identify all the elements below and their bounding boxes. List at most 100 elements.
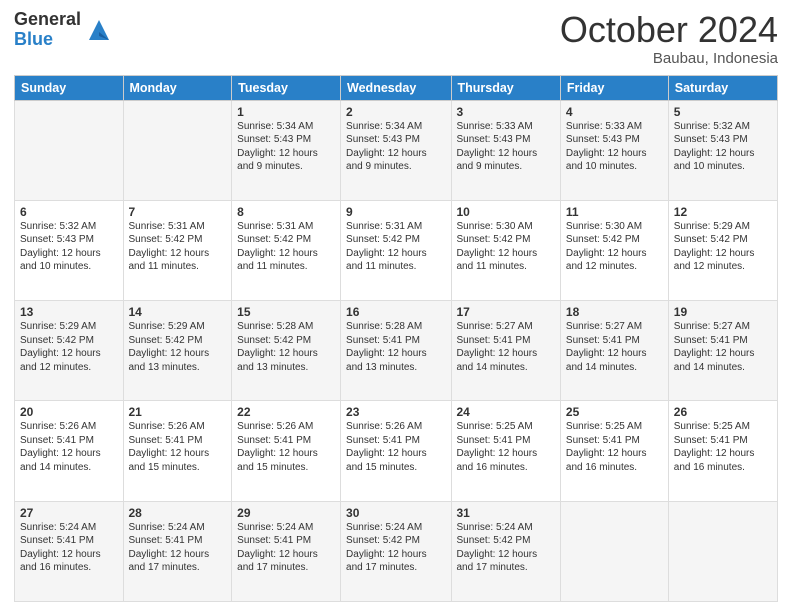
logo: General Blue: [14, 10, 113, 50]
day-detail: Sunrise: 5:26 AM Sunset: 5:41 PM Dayligh…: [129, 420, 227, 474]
day-number: 2: [346, 105, 445, 119]
day-number: 3: [457, 105, 555, 119]
calendar-week-row: 27Sunrise: 5:24 AM Sunset: 5:41 PM Dayli…: [15, 501, 778, 601]
logo-general-text: General: [14, 10, 81, 30]
day-number: 27: [20, 506, 118, 520]
day-detail: Sunrise: 5:30 AM Sunset: 5:42 PM Dayligh…: [457, 220, 555, 274]
day-detail: Sunrise: 5:26 AM Sunset: 5:41 PM Dayligh…: [20, 420, 118, 474]
calendar-day-cell: 24Sunrise: 5:25 AM Sunset: 5:41 PM Dayli…: [451, 401, 560, 501]
calendar-day-cell: 4Sunrise: 5:33 AM Sunset: 5:43 PM Daylig…: [560, 100, 668, 200]
calendar-header-cell: Saturday: [668, 75, 777, 100]
day-number: 26: [674, 405, 772, 419]
calendar-day-cell: 23Sunrise: 5:26 AM Sunset: 5:41 PM Dayli…: [341, 401, 451, 501]
calendar-day-cell: 28Sunrise: 5:24 AM Sunset: 5:41 PM Dayli…: [123, 501, 232, 601]
calendar-day-cell: 2Sunrise: 5:34 AM Sunset: 5:43 PM Daylig…: [341, 100, 451, 200]
day-detail: Sunrise: 5:24 AM Sunset: 5:41 PM Dayligh…: [237, 521, 335, 575]
day-detail: Sunrise: 5:29 AM Sunset: 5:42 PM Dayligh…: [129, 320, 227, 374]
calendar-header-cell: Thursday: [451, 75, 560, 100]
day-number: 5: [674, 105, 772, 119]
calendar-day-cell: 20Sunrise: 5:26 AM Sunset: 5:41 PM Dayli…: [15, 401, 124, 501]
calendar-week-row: 20Sunrise: 5:26 AM Sunset: 5:41 PM Dayli…: [15, 401, 778, 501]
day-detail: Sunrise: 5:25 AM Sunset: 5:41 PM Dayligh…: [566, 420, 663, 474]
calendar-header-row: SundayMondayTuesdayWednesdayThursdayFrid…: [15, 75, 778, 100]
calendar-header-cell: Monday: [123, 75, 232, 100]
day-number: 17: [457, 305, 555, 319]
day-number: 8: [237, 205, 335, 219]
day-detail: Sunrise: 5:27 AM Sunset: 5:41 PM Dayligh…: [566, 320, 663, 374]
day-detail: Sunrise: 5:25 AM Sunset: 5:41 PM Dayligh…: [457, 420, 555, 474]
day-number: 11: [566, 205, 663, 219]
day-detail: Sunrise: 5:31 AM Sunset: 5:42 PM Dayligh…: [346, 220, 445, 274]
day-number: 13: [20, 305, 118, 319]
day-detail: Sunrise: 5:26 AM Sunset: 5:41 PM Dayligh…: [346, 420, 445, 474]
day-detail: Sunrise: 5:29 AM Sunset: 5:42 PM Dayligh…: [20, 320, 118, 374]
day-number: 14: [129, 305, 227, 319]
calendar-week-row: 6Sunrise: 5:32 AM Sunset: 5:43 PM Daylig…: [15, 200, 778, 300]
day-detail: Sunrise: 5:33 AM Sunset: 5:43 PM Dayligh…: [457, 120, 555, 174]
calendar-week-row: 13Sunrise: 5:29 AM Sunset: 5:42 PM Dayli…: [15, 301, 778, 401]
calendar-week-row: 1Sunrise: 5:34 AM Sunset: 5:43 PM Daylig…: [15, 100, 778, 200]
day-detail: Sunrise: 5:24 AM Sunset: 5:42 PM Dayligh…: [457, 521, 555, 575]
calendar-day-cell: 26Sunrise: 5:25 AM Sunset: 5:41 PM Dayli…: [668, 401, 777, 501]
day-number: 4: [566, 105, 663, 119]
day-detail: Sunrise: 5:24 AM Sunset: 5:41 PM Dayligh…: [20, 521, 118, 575]
calendar-day-cell: [15, 100, 124, 200]
day-detail: Sunrise: 5:29 AM Sunset: 5:42 PM Dayligh…: [674, 220, 772, 274]
day-number: 21: [129, 405, 227, 419]
calendar-table: SundayMondayTuesdayWednesdayThursdayFrid…: [14, 75, 778, 602]
calendar-day-cell: 16Sunrise: 5:28 AM Sunset: 5:41 PM Dayli…: [341, 301, 451, 401]
day-number: 10: [457, 205, 555, 219]
calendar-day-cell: 15Sunrise: 5:28 AM Sunset: 5:42 PM Dayli…: [232, 301, 341, 401]
calendar-header-cell: Friday: [560, 75, 668, 100]
day-number: 23: [346, 405, 445, 419]
calendar-day-cell: [123, 100, 232, 200]
day-number: 22: [237, 405, 335, 419]
day-number: 20: [20, 405, 118, 419]
calendar-day-cell: 17Sunrise: 5:27 AM Sunset: 5:41 PM Dayli…: [451, 301, 560, 401]
day-detail: Sunrise: 5:31 AM Sunset: 5:42 PM Dayligh…: [237, 220, 335, 274]
day-detail: Sunrise: 5:27 AM Sunset: 5:41 PM Dayligh…: [674, 320, 772, 374]
calendar-header-cell: Sunday: [15, 75, 124, 100]
location: Baubau, Indonesia: [560, 50, 778, 67]
calendar-day-cell: [560, 501, 668, 601]
calendar-day-cell: 8Sunrise: 5:31 AM Sunset: 5:42 PM Daylig…: [232, 200, 341, 300]
day-number: 16: [346, 305, 445, 319]
day-number: 6: [20, 205, 118, 219]
day-number: 19: [674, 305, 772, 319]
calendar-day-cell: 31Sunrise: 5:24 AM Sunset: 5:42 PM Dayli…: [451, 501, 560, 601]
calendar-day-cell: 12Sunrise: 5:29 AM Sunset: 5:42 PM Dayli…: [668, 200, 777, 300]
day-detail: Sunrise: 5:30 AM Sunset: 5:42 PM Dayligh…: [566, 220, 663, 274]
day-detail: Sunrise: 5:28 AM Sunset: 5:41 PM Dayligh…: [346, 320, 445, 374]
day-detail: Sunrise: 5:33 AM Sunset: 5:43 PM Dayligh…: [566, 120, 663, 174]
day-detail: Sunrise: 5:32 AM Sunset: 5:43 PM Dayligh…: [674, 120, 772, 174]
calendar-day-cell: 11Sunrise: 5:30 AM Sunset: 5:42 PM Dayli…: [560, 200, 668, 300]
calendar-day-cell: 7Sunrise: 5:31 AM Sunset: 5:42 PM Daylig…: [123, 200, 232, 300]
calendar-day-cell: [668, 501, 777, 601]
day-number: 7: [129, 205, 227, 219]
day-number: 1: [237, 105, 335, 119]
month-title: October 2024: [560, 10, 778, 50]
calendar-day-cell: 3Sunrise: 5:33 AM Sunset: 5:43 PM Daylig…: [451, 100, 560, 200]
calendar-day-cell: 5Sunrise: 5:32 AM Sunset: 5:43 PM Daylig…: [668, 100, 777, 200]
header-right: October 2024 Baubau, Indonesia: [560, 10, 778, 67]
logo-blue-text: Blue: [14, 30, 81, 50]
day-number: 30: [346, 506, 445, 520]
day-number: 24: [457, 405, 555, 419]
calendar-day-cell: 19Sunrise: 5:27 AM Sunset: 5:41 PM Dayli…: [668, 301, 777, 401]
calendar-day-cell: 22Sunrise: 5:26 AM Sunset: 5:41 PM Dayli…: [232, 401, 341, 501]
calendar-day-cell: 9Sunrise: 5:31 AM Sunset: 5:42 PM Daylig…: [341, 200, 451, 300]
day-number: 29: [237, 506, 335, 520]
calendar-day-cell: 25Sunrise: 5:25 AM Sunset: 5:41 PM Dayli…: [560, 401, 668, 501]
day-detail: Sunrise: 5:26 AM Sunset: 5:41 PM Dayligh…: [237, 420, 335, 474]
day-number: 25: [566, 405, 663, 419]
calendar-day-cell: 6Sunrise: 5:32 AM Sunset: 5:43 PM Daylig…: [15, 200, 124, 300]
day-number: 18: [566, 305, 663, 319]
day-number: 28: [129, 506, 227, 520]
header: General Blue October 2024 Baubau, Indone…: [14, 10, 778, 67]
calendar-day-cell: 13Sunrise: 5:29 AM Sunset: 5:42 PM Dayli…: [15, 301, 124, 401]
calendar-day-cell: 14Sunrise: 5:29 AM Sunset: 5:42 PM Dayli…: [123, 301, 232, 401]
day-detail: Sunrise: 5:25 AM Sunset: 5:41 PM Dayligh…: [674, 420, 772, 474]
day-number: 15: [237, 305, 335, 319]
calendar-day-cell: 1Sunrise: 5:34 AM Sunset: 5:43 PM Daylig…: [232, 100, 341, 200]
calendar-day-cell: 18Sunrise: 5:27 AM Sunset: 5:41 PM Dayli…: [560, 301, 668, 401]
